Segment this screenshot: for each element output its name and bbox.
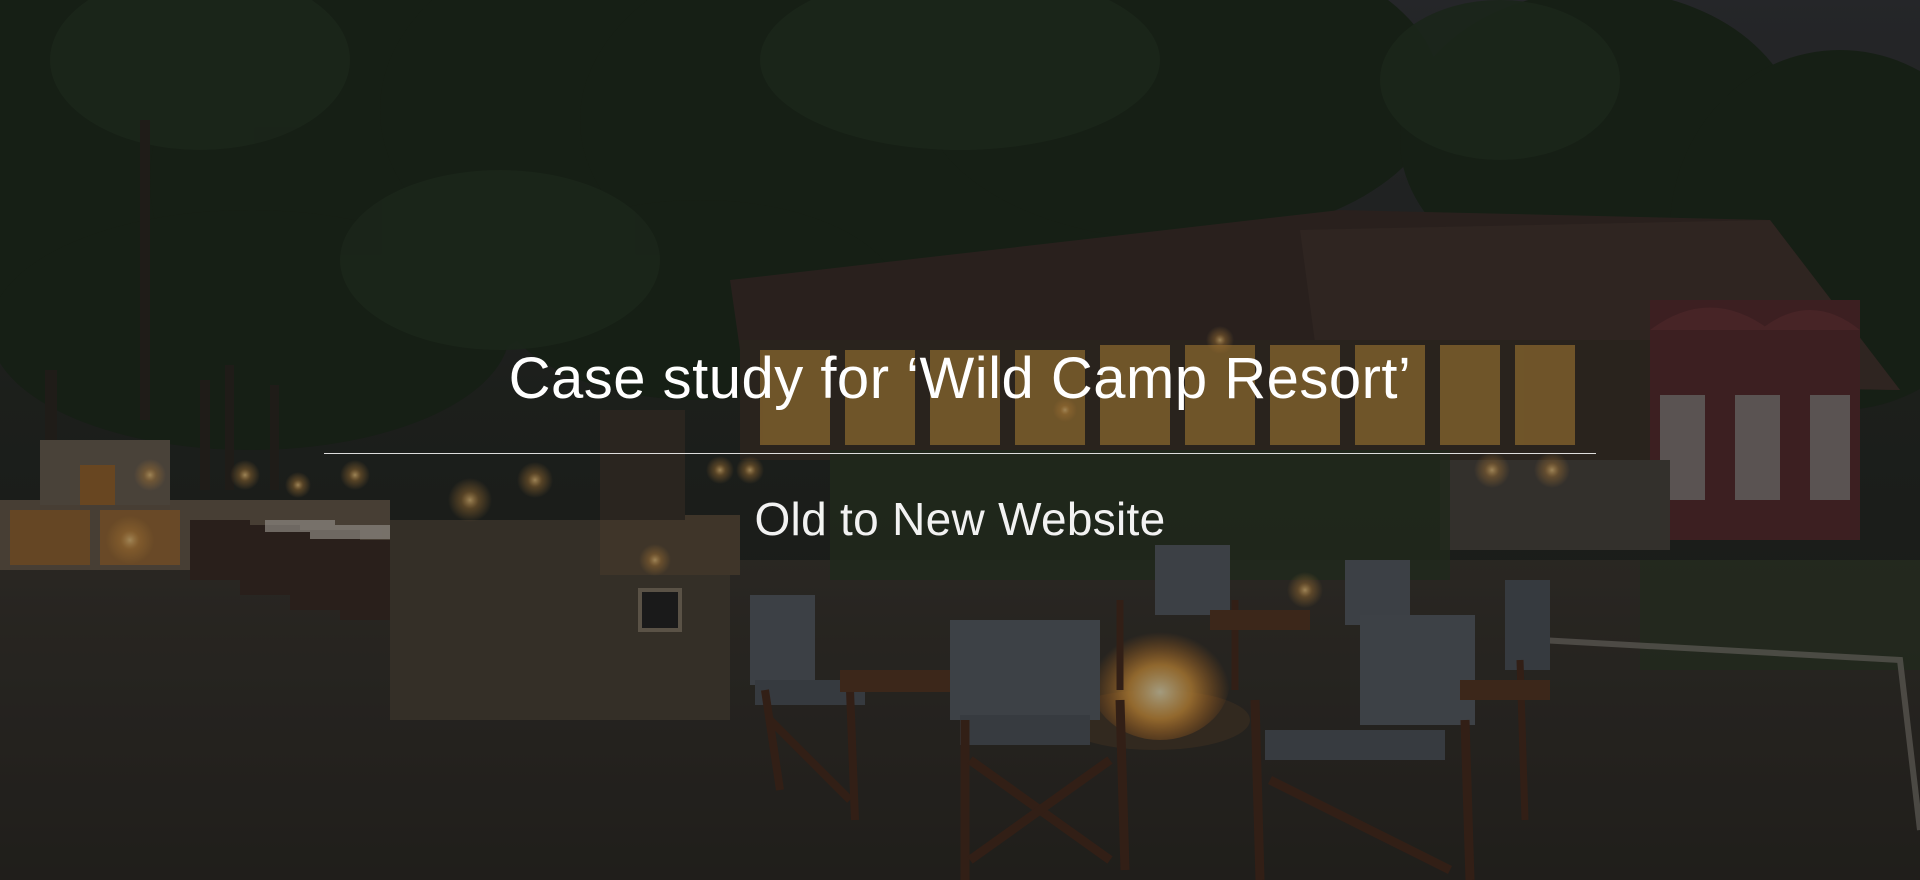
hero-banner: Case study for ‘Wild Camp Resort’ Old to… bbox=[0, 0, 1920, 880]
hero-title: Case study for ‘Wild Camp Resort’ bbox=[508, 346, 1412, 411]
hero-content: Case study for ‘Wild Camp Resort’ Old to… bbox=[0, 0, 1920, 880]
hero-divider bbox=[324, 453, 1596, 454]
hero-subtitle: Old to New Website bbox=[754, 493, 1166, 545]
